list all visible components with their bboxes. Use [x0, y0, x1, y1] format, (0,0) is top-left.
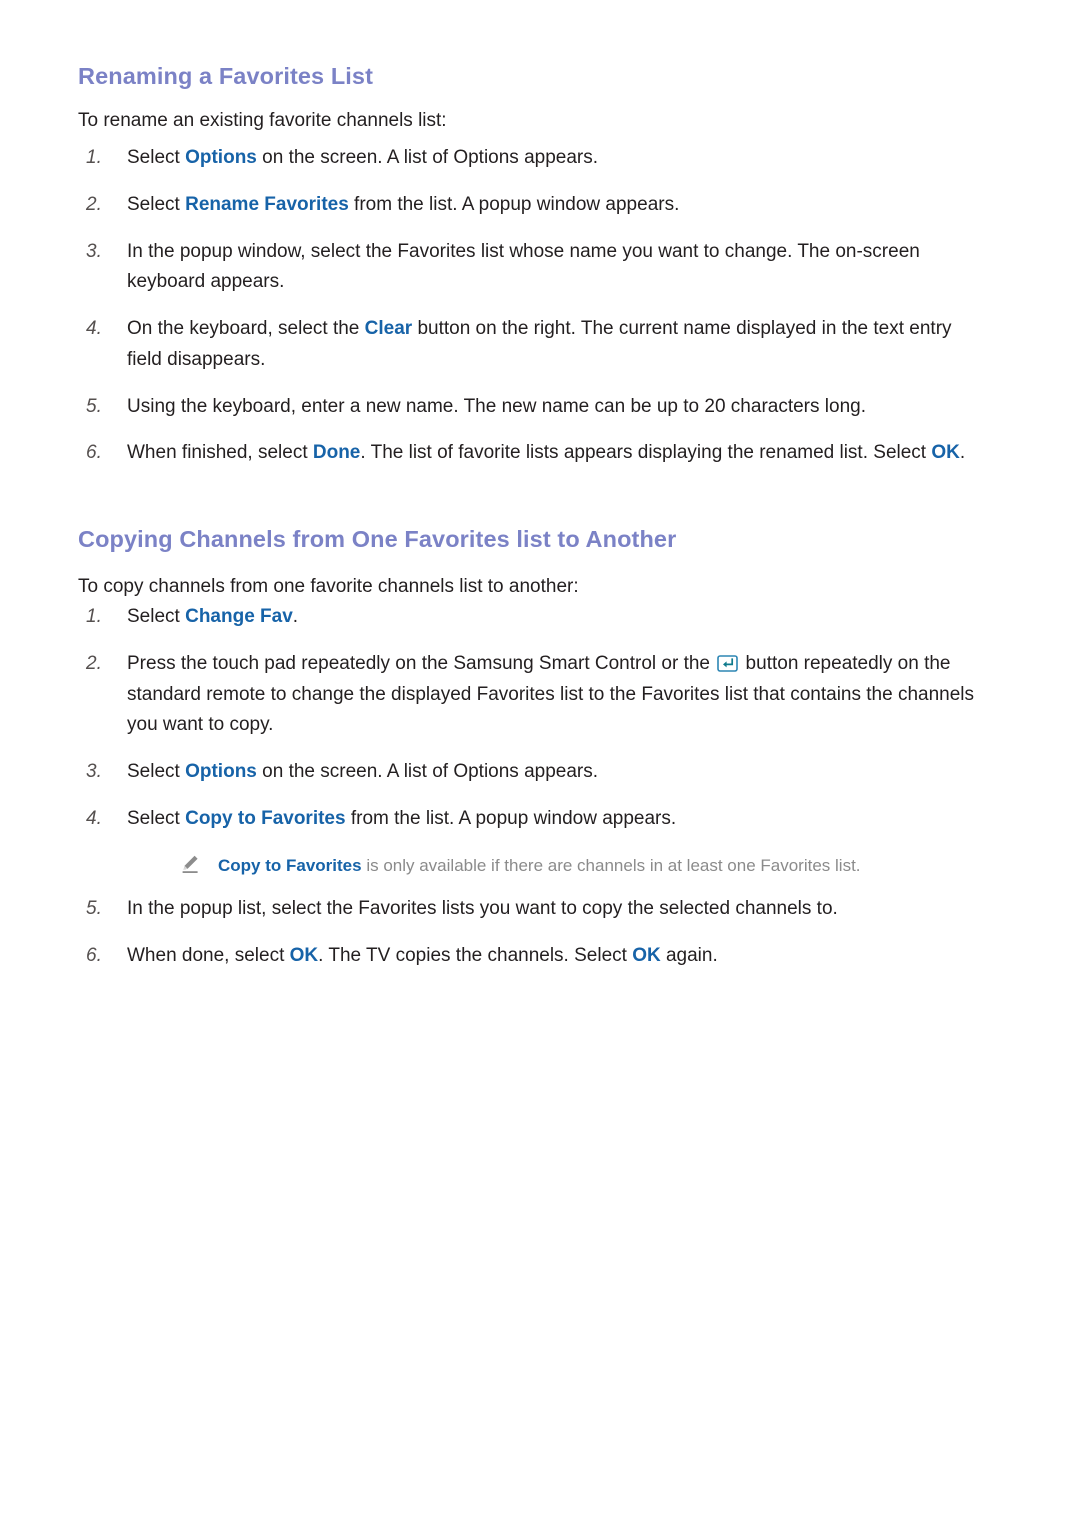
steps-list-renaming-favorites-list: 1. Select Options on the screen. A list o…: [78, 143, 984, 469]
text-run: Select: [127, 761, 186, 783]
step-item: 2. Select Rename Favorites from the list.…: [78, 190, 984, 221]
step-text: When finished, select Done. The list of …: [127, 438, 984, 469]
note-text: Copy to Favorites is only available if t…: [218, 856, 861, 875]
ui-term[interactable]: Options: [185, 761, 257, 782]
step-number: 3.: [86, 240, 102, 262]
step-item: 6. When finished, select Done. The list o…: [78, 438, 984, 469]
ui-term[interactable]: Change Fav: [185, 606, 293, 627]
section-heading-copying-channels: Copying Channels from One Favorites list…: [78, 526, 677, 553]
step-item: 2. Press the touch pad repeatedly on the …: [78, 649, 984, 741]
step-number: 6.: [86, 442, 102, 464]
step-number: 6.: [86, 945, 102, 967]
text-run: .: [292, 606, 299, 628]
step-item: 5. In the popup list, select the Favorite…: [78, 894, 984, 925]
text-run: Select: [127, 807, 186, 829]
step-number: 1.: [86, 606, 102, 628]
document-content: Renaming a Favorites List To rename an ex…: [78, 62, 984, 972]
pencil-icon: [180, 854, 200, 874]
step-number: 2.: [86, 193, 102, 215]
text-run: In the popup window, select the Favorite…: [127, 240, 920, 293]
document-page: Renaming a Favorites List To rename an ex…: [0, 0, 1080, 1527]
step-number: 5.: [86, 898, 102, 920]
text-run: When finished, select: [127, 442, 313, 464]
step-text: When done, select OK. The TV copies the …: [127, 941, 984, 972]
step-text: Press the touch pad repeatedly on the Sa…: [127, 649, 984, 741]
step-text: In the popup window, select the Favorite…: [127, 237, 984, 299]
step-number: 3.: [86, 761, 102, 783]
step-item: 4. On the keyboard, select the Clear butt…: [78, 314, 984, 376]
ui-term[interactable]: Copy to Favorites: [185, 808, 345, 829]
step-item: 6. When done, select OK. The TV copies th…: [78, 941, 984, 972]
ui-term[interactable]: OK: [290, 945, 319, 966]
step-item: 1. Select Change Fav.: [78, 602, 984, 633]
text-run: on the screen. A list of Options appears…: [256, 761, 599, 783]
step-item: 3. In the popup window, select the Favori…: [78, 237, 984, 299]
text-run: from the list. A popup window appears.: [348, 193, 680, 215]
text-run: . The list of favorite lists appears dis…: [360, 442, 932, 464]
step-text: Select Options on the screen. A list of …: [127, 757, 984, 788]
text-run: . The TV copies the channels. Select: [318, 945, 633, 967]
text-run: is only available if there are channels …: [361, 855, 861, 875]
section-heading-renaming-favorites-list: Renaming a Favorites List: [78, 63, 374, 89]
ui-term[interactable]: Copy to Favorites: [218, 856, 362, 875]
step-text: On the keyboard, select the Clear button…: [127, 314, 984, 376]
ui-term[interactable]: Clear: [365, 318, 413, 339]
section-intro-copying-channels: To copy channels from one favorite chann…: [78, 575, 579, 597]
note-callout: Copy to Favorites is only available if t…: [172, 853, 984, 879]
text-run: When done, select: [127, 945, 290, 967]
enter-key-icon: [717, 652, 739, 672]
step-item: 5. Using the keyboard, enter a new name. …: [78, 392, 984, 423]
text-run: Select: [127, 606, 186, 628]
step-number: 4.: [86, 318, 102, 340]
step-number: 1.: [86, 147, 102, 169]
ui-term[interactable]: OK: [632, 945, 661, 966]
step-text: Select Change Fav.: [127, 602, 984, 633]
step-text: Select Rename Favorites from the list. A…: [127, 190, 984, 221]
step-item: 4. Select Copy to Favorites from the list…: [78, 804, 984, 878]
steps-list-copying-channels: 1. Select Change Fav. 2. Press the touch pa…: [78, 602, 984, 972]
text-run: .: [959, 442, 966, 464]
text-run: Select: [127, 147, 186, 169]
text-run: Select: [127, 193, 186, 215]
step-number: 2.: [86, 652, 102, 674]
text-run: On the keyboard, select the: [127, 318, 365, 340]
text-run: on the screen. A list of Options appears…: [256, 147, 599, 169]
text-run: In the popup list, select the Favorites …: [127, 898, 838, 920]
text-run: Press the touch pad repeatedly on the Sa…: [127, 652, 716, 674]
step-item: 3. Select Options on the screen. A list o…: [78, 757, 984, 788]
ui-term[interactable]: Done: [313, 442, 361, 463]
step-number: 4.: [86, 807, 102, 829]
text-run: from the list. A popup window appears.: [345, 807, 677, 829]
step-number: 5.: [86, 395, 102, 417]
text-run: again.: [660, 945, 718, 967]
ui-term[interactable]: Rename Favorites: [185, 194, 349, 215]
step-text: Select Options on the screen. A list of …: [127, 143, 984, 174]
step-text: Using the keyboard, enter a new name. Th…: [127, 392, 984, 423]
ui-term[interactable]: Options: [185, 147, 257, 168]
step-text: Select Copy to Favorites from the list. …: [127, 804, 984, 835]
section-intro-renaming-favorites-list: To rename an existing favorite channels …: [78, 110, 447, 132]
step-text: In the popup list, select the Favorites …: [127, 894, 984, 925]
step-item: 1. Select Options on the screen. A list o…: [78, 143, 984, 174]
text-run: Using the keyboard, enter a new name. Th…: [127, 395, 866, 417]
ui-term[interactable]: OK: [931, 442, 960, 463]
